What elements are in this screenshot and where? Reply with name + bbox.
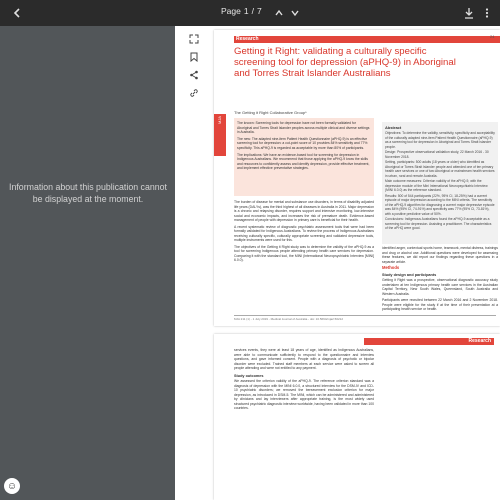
the-known: The known: Screening tools for depressio… — [237, 121, 370, 135]
abstract-setting: Setting, participants: 500 adults (18 ye… — [385, 160, 495, 178]
page2-paragraph-2: We assessed the criterion validity of th… — [234, 379, 374, 410]
article-authors: The Getting it Right Collaborative Group… — [234, 110, 307, 115]
help-icon[interactable]: ☺ — [4, 478, 20, 494]
expand-icon[interactable] — [189, 34, 199, 44]
section-label: Research — [236, 36, 259, 42]
intro-paragraph-2: A recent systematic review of diagnostic… — [234, 224, 374, 243]
pdf-page-1: Research 24 Getting it Right: validating… — [214, 30, 500, 326]
unavailable-message: Information about this publication canno… — [9, 182, 167, 204]
body-column-2: identified anger, contextual sports home… — [382, 246, 498, 312]
page2-column-1: services events, they were at least 18 y… — [234, 348, 374, 411]
page-total: 7 — [256, 6, 262, 16]
info-panel: Information about this publication canno… — [0, 26, 175, 500]
abstract-results: Results: 500 of 544 participants (22%, 9… — [385, 193, 495, 216]
page-footer: MJA 211 (1) - 1 July 2019 - Medical Jour… — [234, 315, 496, 321]
page-current[interactable]: 1 — [244, 6, 249, 16]
methods-heading: Methods — [382, 265, 400, 270]
share-icon[interactable] — [189, 70, 199, 80]
abstract-conclusions: Conclusions: Indigenous Australians foun… — [385, 217, 492, 230]
back-arrow-icon[interactable] — [8, 4, 26, 22]
col2-paragraph-2: Getting it Right was a prospective, obse… — [382, 278, 498, 296]
key-points-box: The known: Screening tools for depressio… — [234, 118, 374, 196]
page-number: 24 — [490, 34, 495, 39]
body-column-1: The burden of disease for mental and sub… — [234, 200, 374, 263]
viewer-tools — [180, 34, 208, 114]
page-separator: / — [251, 6, 254, 16]
section-banner-2: Research — [364, 338, 494, 345]
section-label-2: Research — [468, 338, 491, 344]
pdf-page-2: Research services events, they were at l… — [214, 334, 500, 500]
bookmark-icon[interactable] — [189, 52, 199, 63]
page-down-icon[interactable] — [286, 4, 304, 22]
col2-paragraph-3: Participants were recruited between 22 M… — [382, 298, 498, 311]
section-banner: Research — [234, 36, 500, 43]
abstract-outcomes: Main outcome measures: Criterion validit… — [385, 179, 488, 192]
the-implications: The implications: We have an evidence-ba… — [237, 152, 370, 171]
study-design-heading: Study design and participants — [382, 272, 437, 277]
page2-paragraph-1: services events, they were at least 18 y… — [234, 348, 374, 370]
abstract-heading: Abstract — [385, 125, 402, 130]
col2-paragraph-1: identified anger, contextual sports home… — [382, 246, 498, 264]
article-title: Getting it Right: validating a culturall… — [234, 46, 456, 79]
the-new: The new: The adapted nine-item Patient H… — [237, 136, 368, 150]
page-indicator: Page 1 / 7 — [221, 6, 262, 16]
study-outcomes-heading: Study outcomes — [234, 373, 264, 378]
intro-paragraph-3: The objectives of the Getting it Right s… — [234, 244, 374, 263]
abstract-objectives: Objectives: To determine the validity, s… — [385, 131, 495, 149]
download-icon[interactable] — [460, 4, 478, 22]
abstract-design: Design: Prospective observational valida… — [385, 150, 489, 159]
page-label: Page — [221, 6, 241, 16]
link-icon[interactable] — [189, 88, 199, 98]
journal-tab-label: MJA — [217, 116, 222, 124]
top-toolbar: Page 1 / 7 — [0, 0, 500, 26]
more-options-icon[interactable] — [478, 4, 496, 22]
abstract-box: Abstract Objectives: To determine the va… — [382, 122, 498, 244]
journal-tab: MJA — [214, 114, 226, 156]
intro-paragraph-1: The burden of disease for mental and sub… — [234, 200, 374, 222]
